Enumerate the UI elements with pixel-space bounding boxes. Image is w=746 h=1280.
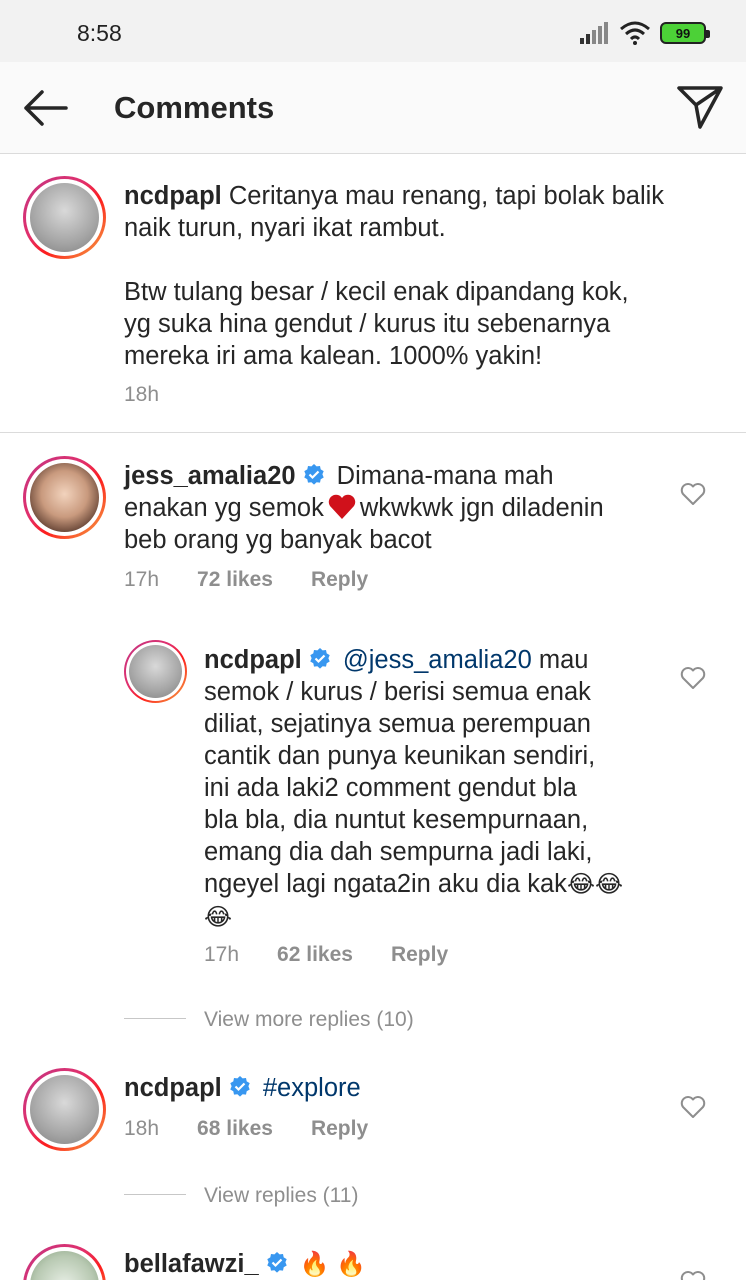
send-icon[interactable] (676, 84, 724, 130)
comment-meta: 17h 72 likes Reply (124, 568, 368, 592)
page-title: Comments (114, 90, 275, 125)
reply-meta: 17h 62 likes Reply (204, 943, 448, 967)
reply-button[interactable]: Reply (311, 568, 368, 592)
signal-icon (580, 22, 608, 44)
header-bar: Comments (0, 62, 746, 154)
verified-badge-icon (310, 648, 330, 669)
mention-link[interactable]: @jess_amalia20 (343, 646, 532, 674)
heart-icon[interactable] (680, 482, 706, 506)
reply-text: ncdpapl @jess_amalia20 mau semok / kurus… (204, 646, 624, 931)
red-heart-emoji (328, 494, 356, 519)
status-bar: 8:58 99 (0, 0, 746, 62)
back-arrow-icon[interactable] (22, 86, 70, 130)
verified-badge-icon (266, 1252, 287, 1273)
reply-button[interactable]: Reply (311, 1117, 368, 1141)
hashtag-link[interactable]: #explore (263, 1074, 361, 1102)
avatar[interactable] (23, 1244, 106, 1280)
likes-count[interactable]: 68 likes (197, 1117, 273, 1141)
likes-count[interactable]: 62 likes (277, 943, 353, 967)
divider (0, 432, 746, 433)
comment-username[interactable]: ncdpapl (124, 1074, 222, 1102)
avatar[interactable] (23, 456, 106, 539)
comment-text: ncdpapl #explore (124, 1072, 664, 1104)
comment-time: 18h (124, 1117, 160, 1140)
laughing-emoji: 😂 (204, 904, 233, 931)
comment-time: 17h (124, 568, 160, 591)
comment-text: jess_amalia20 Dimana-mana mah enakan yg … (124, 462, 604, 554)
reply-username[interactable]: ncdpapl (204, 646, 302, 674)
caption-text: ncdpapl Ceritanya mau renang, tapi bolak… (124, 182, 665, 370)
battery-icon: 99 (660, 22, 710, 44)
heart-icon[interactable] (680, 1270, 706, 1280)
caption-username[interactable]: ncdpapl (124, 182, 222, 210)
comment-username[interactable]: jess_amalia20 (124, 462, 296, 490)
comment-text: bellafawzi_ 🔥 🔥 (124, 1248, 664, 1280)
status-icons: 99 (580, 18, 710, 48)
status-time: 8:58 (77, 20, 122, 46)
reply-button[interactable]: Reply (391, 943, 448, 967)
laughing-emoji: 😂😂 (566, 871, 624, 898)
battery-level: 99 (675, 25, 691, 41)
divider (124, 1194, 186, 1195)
likes-count[interactable]: 72 likes (197, 568, 273, 592)
avatar[interactable] (23, 1068, 106, 1151)
avatar[interactable] (23, 176, 106, 259)
comment-time: 17h (204, 943, 240, 966)
heart-icon[interactable] (680, 666, 706, 690)
caption-meta: 18h (124, 383, 159, 407)
verified-badge-icon (230, 1076, 250, 1097)
heart-icon[interactable] (680, 1095, 706, 1119)
view-more-replies-link[interactable]: View more replies (10) (204, 1008, 414, 1032)
view-replies-link[interactable]: View replies (11) (204, 1184, 358, 1208)
verified-badge-icon (303, 464, 324, 485)
avatar[interactable] (124, 640, 187, 703)
caption-time: 18h (124, 383, 160, 406)
wifi-icon (620, 21, 650, 45)
comment-meta: 18h 68 likes Reply (124, 1117, 368, 1141)
comment-username[interactable]: bellafawzi_ (124, 1250, 259, 1278)
fire-emoji: 🔥 🔥 (299, 1251, 367, 1278)
divider (124, 1018, 186, 1019)
